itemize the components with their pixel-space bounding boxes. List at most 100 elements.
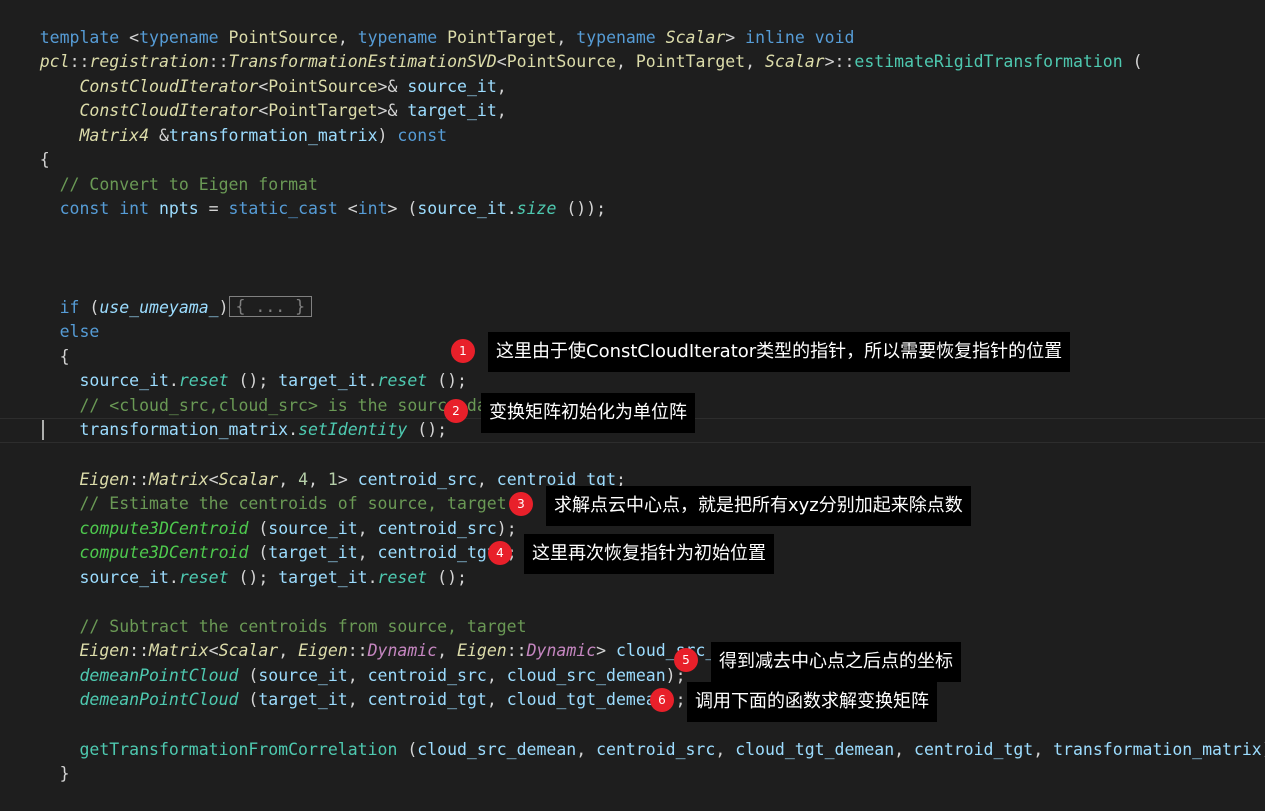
token: , xyxy=(576,739,597,759)
token: . xyxy=(168,567,179,587)
token: size xyxy=(516,199,557,218)
code-line-9: if (use_umeyama_){ ... } xyxy=(0,271,313,317)
token: PointSource xyxy=(506,52,616,71)
code-line-16: // Estimate the centroids of source, tar… xyxy=(0,468,507,513)
annotation-badge-1: 1 xyxy=(451,339,475,363)
token: & xyxy=(149,125,169,145)
annotation-badge-5: 5 xyxy=(674,648,698,672)
token: setIdentity xyxy=(298,420,408,439)
annotation-note-1: 这里由于使ConstCloudIterator类型的指针，所以需要恢复指针的位置 xyxy=(488,332,1071,372)
token: Scalar xyxy=(765,52,825,71)
token: . xyxy=(506,199,517,218)
annotation-text: 这里由于使ConstCloudIterator类型的指针，所以需要恢复指针的位置 xyxy=(496,341,1063,362)
token: . xyxy=(288,420,299,439)
token: , xyxy=(347,690,368,709)
token: target_it xyxy=(278,567,368,587)
token: , xyxy=(486,690,507,709)
annotation-text: 变换矩阵初始化为单位阵 xyxy=(489,402,687,423)
token: cloud_tgt_demean xyxy=(506,690,666,709)
code-line-18: compute3DCentroid (target_it, centroid_t… xyxy=(0,517,517,562)
token: cloud_src_demean xyxy=(417,739,577,759)
token: , xyxy=(745,52,765,71)
token: , xyxy=(894,739,915,759)
token: const xyxy=(397,125,448,145)
token: >:: xyxy=(824,52,855,71)
token: ()); xyxy=(556,199,607,218)
token: demeanPointCloud xyxy=(79,690,239,709)
token: transformation_matrix xyxy=(79,420,289,439)
code-line-15: Eigen::Matrix<Scalar, 4, 1> centroid_src… xyxy=(0,443,626,489)
annotation-note-2: 变换矩阵初始化为单位阵 xyxy=(481,393,695,433)
code-line-10: else xyxy=(0,296,100,341)
token: > ( xyxy=(387,199,418,218)
annotation-text: 这里再次恢复指针为初始位置 xyxy=(532,543,766,564)
token: = xyxy=(198,199,229,218)
token: . xyxy=(367,567,378,587)
token: source_it xyxy=(417,199,507,218)
token: source_it xyxy=(79,567,169,587)
code-line-4: ConstCloudIterator<PointTarget>& target_… xyxy=(0,75,507,120)
code-editor[interactable]: template <typename PointSource, typename… xyxy=(0,0,1265,783)
token: transformation_matrix xyxy=(1053,739,1262,759)
token: ) xyxy=(377,125,398,145)
annotation-text: 调用下面的函数求解变换矩阵 xyxy=(695,691,929,712)
annotation-badge-4: 4 xyxy=(488,541,512,565)
code-line-13: // <cloud_src,cloud_src> is the source d… xyxy=(0,369,537,415)
annotation-note-4: 这里再次恢复指针为初始位置 xyxy=(524,534,774,574)
token: , xyxy=(715,739,736,759)
token: < xyxy=(337,199,358,218)
token: cloud_tgt_demean xyxy=(735,739,895,759)
code-line-12: source_it.reset (); target_it.reset (); xyxy=(0,345,467,390)
code-line-11: { xyxy=(0,320,70,366)
code-line-3: ConstCloudIterator<PointSource>& source_… xyxy=(0,50,507,96)
token: ) xyxy=(218,297,229,317)
code-line-17: compute3DCentroid (source_it, centroid_s… xyxy=(0,492,517,538)
token: ( xyxy=(1122,52,1143,71)
token: (); xyxy=(228,567,279,587)
code-line-14: transformation_matrix.setIdentity (); xyxy=(0,394,448,439)
code-line-23: demeanPointCloud (target_it, centroid_tg… xyxy=(0,664,686,709)
token: , xyxy=(496,101,507,120)
annotation-badge-2: 2 xyxy=(444,399,468,423)
annotation-note-5: 得到减去中心点之后点的坐标 xyxy=(711,642,961,682)
token: reset xyxy=(178,567,229,587)
folded-region-button[interactable]: { ... } xyxy=(228,295,313,317)
token: int xyxy=(357,199,388,218)
token: Matrix4 xyxy=(79,125,150,145)
annotation-note-6: 调用下面的函数求解变换矩阵 xyxy=(687,682,937,722)
token: npts xyxy=(158,199,199,218)
code-line-21: Eigen::Matrix<Scalar, Eigen::Dynamic, Ei… xyxy=(0,615,964,660)
code-line-20: // Subtract the centroids from source, t… xyxy=(0,590,527,636)
code-line-6: { xyxy=(0,124,50,169)
token: centroid_tgt xyxy=(914,739,1034,759)
annotation-badge-3: 3 xyxy=(509,492,533,516)
token: PointTarget xyxy=(635,52,746,71)
code-line-8: const int npts = static_cast <int> (sour… xyxy=(0,173,606,218)
token: (); xyxy=(407,420,448,439)
token: reset xyxy=(377,567,428,587)
token: , xyxy=(1033,739,1054,759)
token: centroid_tgt xyxy=(367,690,487,709)
code-line-24: getTransformationFromCorrelation (cloud_… xyxy=(0,713,1265,759)
code-line-25: } xyxy=(0,738,70,783)
token: transformation_matrix xyxy=(168,125,378,145)
token: getTransformationFromCorrelation xyxy=(79,739,398,759)
token: static_cast xyxy=(228,199,338,218)
code-line-2: pcl::registration::TransformationEstimat… xyxy=(0,26,1143,71)
token: use_umeyama_ xyxy=(99,297,219,317)
code-line-5: Matrix4 &transformation_matrix) const xyxy=(0,99,448,145)
token: (); xyxy=(427,567,467,587)
token: , xyxy=(615,52,636,71)
token: target_it xyxy=(258,690,348,709)
code-line-22: demeanPointCloud (source_it, centroid_sr… xyxy=(0,639,686,685)
code-line-7: // Convert to Eigen format xyxy=(0,148,318,194)
annotation-text: 得到减去中心点之后点的坐标 xyxy=(719,651,953,672)
token: int xyxy=(119,199,150,218)
token: ( xyxy=(238,690,259,709)
token: ( xyxy=(397,739,418,759)
